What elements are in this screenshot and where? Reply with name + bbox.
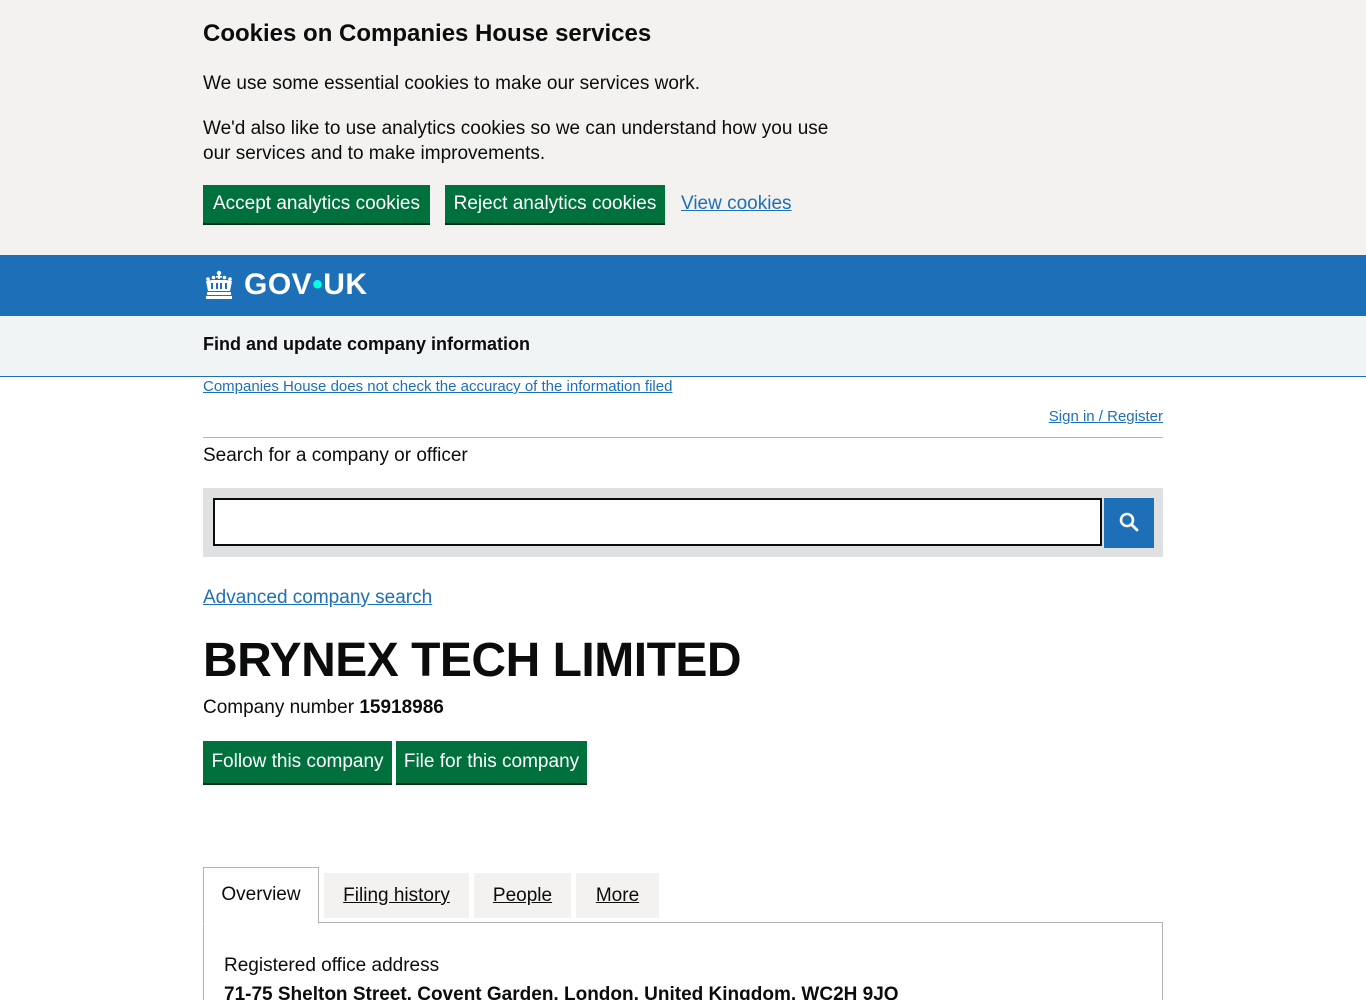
registered-office-address-value: 71-75 Shelton Street, Covent Garden, Lon… bbox=[224, 984, 899, 1000]
logo-text-uk: UK bbox=[323, 268, 368, 301]
cookie-banner-text-essential: We use some essential cookies to make ou… bbox=[203, 73, 701, 94]
sign-in-register-link[interactable]: Sign in / Register bbox=[1049, 408, 1163, 425]
search-button[interactable] bbox=[1104, 498, 1154, 548]
company-number-value: 15918986 bbox=[359, 697, 444, 718]
search-icon bbox=[1119, 512, 1139, 535]
search-box bbox=[203, 488, 1163, 557]
govuk-logo-link[interactable]: GOV•UK bbox=[203, 268, 368, 302]
govuk-header: GOV•UK bbox=[0, 255, 1366, 316]
accept-analytics-cookies-button[interactable]: Accept analytics cookies bbox=[203, 185, 430, 223]
advanced-company-search-link[interactable]: Advanced company search bbox=[203, 587, 432, 609]
govuk-logo-text: GOV•UK bbox=[244, 268, 368, 302]
cookie-banner-title: Cookies on Companies House services bbox=[203, 20, 652, 47]
company-number: Company number 15918986 bbox=[203, 697, 444, 719]
accuracy-notice-link[interactable]: Companies House does not check the accur… bbox=[203, 378, 672, 395]
search-label: Search for a company or officer bbox=[203, 445, 468, 466]
tab-overview[interactable]: Overview bbox=[203, 867, 319, 924]
tab-filing-history[interactable]: Filing history bbox=[324, 873, 469, 918]
tab-people[interactable]: People bbox=[474, 873, 571, 918]
overview-panel: Registered office address 71-75 Shelton … bbox=[203, 922, 1163, 1000]
crown-icon bbox=[203, 270, 235, 300]
service-name-bar: Find and update company information bbox=[0, 316, 1366, 377]
company-actions: Follow this company File for this compan… bbox=[203, 741, 587, 783]
divider bbox=[203, 437, 1163, 438]
company-tabs: Overview Filing history People More bbox=[203, 867, 664, 924]
follow-company-button[interactable]: Follow this company bbox=[203, 741, 392, 783]
service-name-link[interactable]: Find and update company information bbox=[203, 334, 530, 355]
logo-dot: • bbox=[312, 268, 324, 301]
cookie-banner-actions: Accept analytics cookies Reject analytic… bbox=[203, 185, 792, 223]
company-name-heading: BRYNEX TECH LIMITED bbox=[203, 634, 742, 687]
view-cookies-link[interactable]: View cookies bbox=[681, 193, 792, 215]
cookie-banner-text-analytics: We'd also like to use analytics cookies … bbox=[203, 118, 829, 164]
tab-more[interactable]: More bbox=[576, 873, 659, 918]
search-input[interactable] bbox=[213, 498, 1102, 546]
reject-analytics-cookies-button[interactable]: Reject analytics cookies bbox=[445, 185, 665, 223]
company-number-label: Company number bbox=[203, 697, 355, 718]
logo-text-gov: GOV bbox=[244, 268, 313, 301]
file-for-company-button[interactable]: File for this company bbox=[396, 741, 587, 783]
main-content: Companies House does not check the accur… bbox=[0, 377, 1366, 1000]
registered-office-address-label: Registered office address bbox=[224, 955, 440, 976]
cookie-banner: Cookies on Companies House services We u… bbox=[0, 0, 1366, 255]
